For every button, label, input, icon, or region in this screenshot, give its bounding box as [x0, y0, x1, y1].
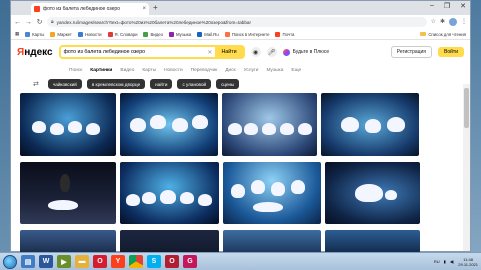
apps-icon[interactable]: ▦ [15, 31, 19, 37]
chrome-icon[interactable] [129, 255, 143, 268]
menu-icon[interactable]: ⋮ [461, 18, 467, 26]
service-music[interactable]: Музыка [266, 68, 283, 73]
service-disk[interactable]: Диск [225, 68, 235, 73]
new-tab-icon[interactable]: + [153, 3, 158, 12]
app-icon[interactable]: G [183, 255, 197, 268]
image-result[interactable] [120, 93, 218, 156]
image-result[interactable] [20, 162, 116, 224]
word-icon[interactable]: W [39, 255, 53, 268]
image-result[interactable] [223, 230, 321, 254]
image-result[interactable] [222, 93, 317, 156]
login-button[interactable]: Войти [438, 47, 464, 57]
search-input[interactable]: фото из балета лебединое озеро [61, 49, 205, 55]
opera-gx-icon[interactable]: O [165, 255, 179, 268]
service-images[interactable]: Картинки [90, 68, 112, 73]
toolbar-icons: ☆ ✱ ⋮ [431, 18, 467, 26]
service-translate[interactable]: Переводчик [191, 68, 218, 73]
lock-icon: 🔒︎ [51, 19, 54, 25]
service-search[interactable]: Поиск [69, 68, 82, 73]
chip[interactable]: с улановой [177, 79, 212, 89]
image-result[interactable] [223, 162, 321, 224]
image-result[interactable] [20, 93, 116, 156]
yandex-favicon-icon [34, 6, 40, 12]
tab-title: фото из балета лебединое озеро [43, 6, 120, 12]
microphone-icon[interactable]: 🎤︎ [266, 47, 277, 57]
image-result[interactable] [325, 162, 420, 224]
reading-list[interactable]: Список для чтения [420, 32, 466, 37]
register-button[interactable]: Регистрация [390, 46, 432, 58]
opera-icon[interactable]: O [93, 255, 107, 268]
bookmark-item[interactable]: Карты [25, 31, 44, 37]
language-indicator[interactable]: RU [434, 259, 440, 264]
service-maps[interactable]: Карты [142, 68, 156, 73]
chip[interactable]: чайковский [47, 79, 82, 89]
skype-icon[interactable]: S [147, 255, 161, 268]
image-results [20, 93, 430, 260]
image-result[interactable] [120, 162, 219, 224]
chip[interactable]: в кремлевском дворце [86, 79, 146, 89]
yandex-header: Яндекс фото из балета лебединое озеро ✕ … [11, 40, 470, 64]
suggestion-chips: ⇄ чайковский в кремлевском дворце найти … [11, 76, 470, 92]
address-bar-row: ← → ↻ 🔒︎ yandex.ru/images/search?text=фо… [11, 15, 470, 29]
network-icon[interactable]: ▮ [444, 259, 446, 264]
bookmark-item[interactable]: Маркет [50, 31, 72, 37]
volume-icon[interactable]: ◀) [450, 259, 454, 264]
service-news[interactable]: Новости [164, 68, 183, 73]
service-uslugi[interactable]: Услуги [244, 68, 259, 73]
image-result[interactable] [120, 230, 219, 254]
minimize-icon[interactable]: – [430, 2, 434, 10]
extensions-icon[interactable]: ✱ [440, 18, 445, 26]
bookmark-item[interactable]: Музыка [169, 31, 191, 37]
explorer-icon[interactable]: ▤ [21, 255, 35, 268]
bookmark-item[interactable]: Я. Словари [107, 31, 137, 37]
camera-icon[interactable]: ◉ [250, 47, 261, 57]
bookmark-item[interactable]: Почта [275, 31, 294, 37]
close-tab-icon[interactable]: × [142, 6, 146, 12]
chip[interactable]: найти [150, 79, 173, 89]
browser-tab[interactable]: фото из балета лебединое озеро × [31, 3, 149, 15]
star-icon[interactable]: ☆ [431, 18, 436, 26]
clock-date: 29.11.2021 [458, 261, 478, 267]
image-result[interactable] [20, 230, 116, 254]
plus-promo[interactable]: Будьте в Плюсе [282, 48, 329, 56]
yandex-browser-icon[interactable]: Y [111, 255, 125, 268]
folder-icon[interactable]: ▬ [75, 255, 89, 268]
scrollbar[interactable] [463, 84, 470, 251]
chip[interactable]: сцены [216, 79, 240, 89]
bookmark-item[interactable]: Видео [143, 31, 163, 37]
taskbar: ▤ W ▶ ▬ O Y S O G RU ▮ ◀) 11:48 29.11.20… [0, 252, 481, 270]
media-icon[interactable]: ▶ [57, 255, 71, 268]
back-icon[interactable]: ← [14, 19, 21, 26]
clear-icon[interactable]: ✕ [204, 49, 215, 56]
plus-icon [282, 48, 290, 56]
avatar[interactable] [449, 18, 457, 26]
forward-icon[interactable]: → [25, 19, 32, 26]
start-button[interactable] [3, 254, 17, 269]
image-result[interactable] [325, 230, 420, 254]
tab-strip: фото из балета лебединое озеро × + – ❐ ✕ [11, 1, 470, 15]
bookmark-item[interactable]: Mail.Ru [197, 31, 219, 37]
bookmark-item[interactable]: Поиск в Интернете [224, 31, 269, 37]
window-controls: – ❐ ✕ [430, 2, 466, 10]
folder-icon [420, 32, 427, 36]
url-text: yandex.ru/images/search?text=фото%20из%2… [56, 19, 251, 25]
service-more[interactable]: Еще [291, 68, 301, 73]
scrollbar-thumb[interactable] [464, 88, 469, 128]
image-result[interactable] [321, 93, 419, 156]
service-video[interactable]: Видео [120, 68, 134, 73]
system-tray: RU ▮ ◀) 11:48 29.11.2021 [434, 257, 478, 267]
clock[interactable]: 11:48 29.11.2021 [458, 257, 478, 267]
search-button[interactable]: Найти [215, 47, 243, 57]
maximize-icon[interactable]: ❐ [444, 2, 450, 10]
close-window-icon[interactable]: ✕ [460, 2, 466, 10]
bookmark-item[interactable]: Новости [77, 31, 102, 37]
address-bar[interactable]: 🔒︎ yandex.ru/images/search?text=фото%20и… [47, 17, 427, 27]
services-nav: Поиск Картинки Видео Карты Новости Перев… [11, 64, 470, 76]
filter-icon[interactable]: ⇄ [33, 80, 39, 88]
reload-icon[interactable]: ↻ [36, 18, 43, 26]
search-box: фото из балета лебединое озеро ✕ Найти [58, 45, 245, 59]
bookmarks-bar: ▦ Карты Маркет Новости Я. Словари Видео … [11, 29, 470, 40]
yandex-logo[interactable]: Яндекс [17, 47, 53, 58]
